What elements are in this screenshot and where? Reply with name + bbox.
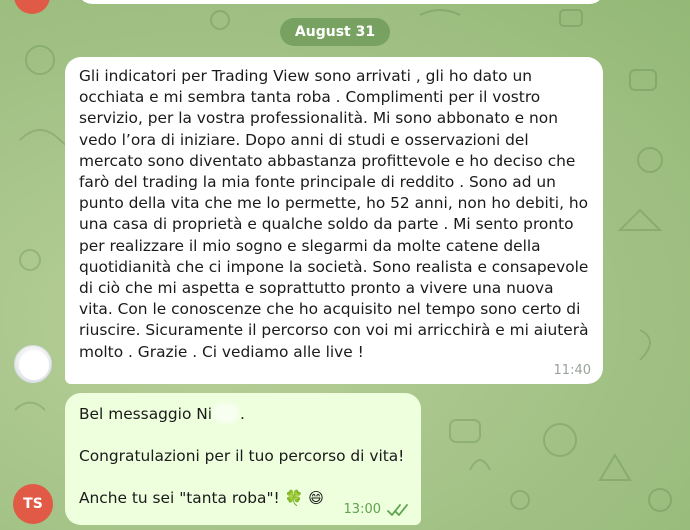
sender-avatar[interactable] (14, 345, 52, 383)
outgoing-message-meta: 13:00 (344, 502, 409, 517)
previous-message-bubble (78, 0, 604, 4)
own-avatar[interactable]: TS (13, 484, 53, 524)
redacted-name (213, 403, 240, 423)
incoming-message-bubble[interactable]: Gli indicatori per Trading View sono arr… (65, 57, 603, 384)
outgoing-line-2: Congratulazioni per il tuo percorso di v… (79, 447, 405, 465)
date-separator[interactable]: August 31 (280, 18, 390, 46)
smiling-face-icon: 😄 (308, 489, 324, 507)
incoming-message-text: Gli indicatori per Trading View sono arr… (79, 67, 589, 361)
previous-sender-avatar[interactable] (14, 0, 50, 14)
outgoing-line-1: Bel messaggio Ni. (79, 403, 407, 424)
greeting-text: Bel messaggio Ni (79, 405, 213, 423)
avatar-image (19, 350, 49, 380)
outgoing-line-3-text: Anche tu sei "tanta roba"! (79, 489, 285, 507)
incoming-message-time: 11:40 (553, 363, 591, 378)
outgoing-message-time: 13:00 (343, 502, 381, 517)
outgoing-message-bubble[interactable]: Bel messaggio Ni. Congratulazioni per il… (65, 393, 421, 525)
greeting-suffix: . (240, 405, 245, 423)
double-check-icon (387, 503, 408, 516)
four-leaf-clover-icon: 🍀 (284, 489, 304, 507)
